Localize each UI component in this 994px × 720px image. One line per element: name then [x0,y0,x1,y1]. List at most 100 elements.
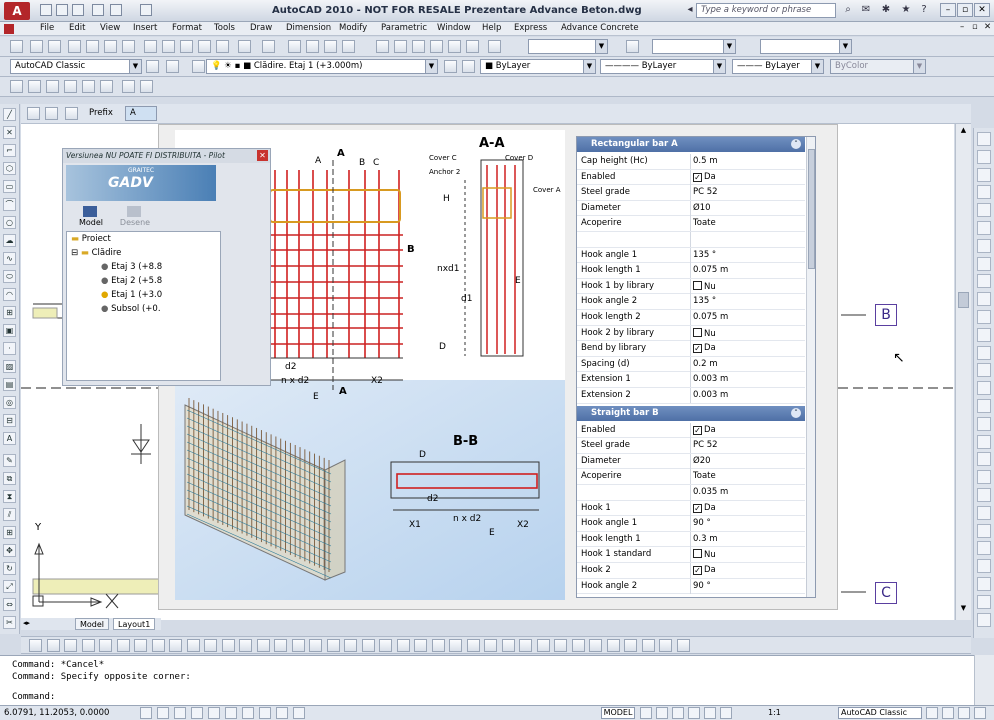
line-icon[interactable]: ╱ [3,108,16,121]
text-style-combo[interactable]: ▼ [528,39,608,54]
fly-icon[interactable] [977,612,991,627]
copy-object-icon[interactable]: ⧉ [3,472,16,485]
layer-freeze-icon[interactable] [64,80,77,93]
menu-help[interactable]: Help [482,23,501,33]
new-file-icon[interactable] [40,4,52,16]
clean-screen-icon[interactable] [942,707,954,719]
advance-tool-icon[interactable] [29,639,42,652]
tree-node-subsol[interactable]: ● Subsol (+0. [101,304,161,314]
menu-draw[interactable]: Draw [250,23,272,33]
advance-tool-icon[interactable] [606,639,620,652]
tab-model[interactable]: Model [75,618,110,630]
quickcalc-icon[interactable] [466,40,479,53]
property-row[interactable]: Hook length 2 0.075 m [577,310,805,326]
property-row[interactable]: Steel grade PC 52 [577,185,805,201]
property-row[interactable]: Hook angle 1 90 ° [577,516,805,532]
erase-icon[interactable]: ✎ [3,454,16,467]
property-row[interactable]: Cap height (Hc) 0.5 m [577,154,805,170]
stretch-icon[interactable]: ⇔ [3,598,16,611]
slice-icon[interactable] [977,488,991,502]
plot-icon[interactable] [68,40,81,53]
zoom-realtime-icon[interactable] [306,40,319,53]
workspace-combo[interactable]: AutoCAD Classic ▼ [10,59,142,74]
advance-tool-icon[interactable] [641,639,655,652]
model-paper-toggle[interactable]: MODEL [601,707,635,719]
search-expand-icon[interactable]: ◂ [684,4,696,16]
advance-view-icon[interactable] [65,107,78,120]
pilot-title[interactable]: Versiunea NU POATE FI DISTRIBUITA - Pilo… [63,149,270,163]
property-row[interactable]: Hook 2 ✓ Da [577,563,805,579]
workspace-settings-icon[interactable] [146,60,159,73]
zoom-status-icon[interactable] [688,707,700,719]
layer-lock-icon[interactable] [82,80,95,93]
property-value[interactable]: ✓ Da [693,425,803,435]
property-row[interactable]: Enabled ✓ Da [577,422,805,439]
maximize-button[interactable]: ▫ [957,3,973,17]
layer-states-icon[interactable] [10,80,23,93]
property-row[interactable]: Hook length 1 0.3 m [577,531,805,548]
property-row[interactable]: Hook 1 ✓ Da [577,500,805,517]
advance-tool-icon[interactable] [624,639,637,652]
property-value[interactable]: 0.035 m [693,487,803,497]
save-icon[interactable] [72,4,84,16]
quick-view-drawings-icon[interactable] [656,707,668,719]
advance-tool-icon[interactable] [221,639,235,652]
quick-view-layouts-icon[interactable] [640,707,652,719]
camera-icon[interactable] [977,577,991,591]
advance-tool-icon[interactable] [274,639,287,652]
properties-panel[interactable]: Rectangular bar A ˄ Cap height (Hc) 0.5 m En… [576,136,816,598]
spline-icon[interactable]: ∿ [3,252,16,265]
mirror-icon[interactable]: ⧗ [3,490,16,503]
subscription-icon[interactable]: ✱ [880,4,892,16]
property-row[interactable]: Hook angle 1 135 ° [577,247,805,264]
property-row[interactable]: 0.035 m [577,485,805,501]
property-row[interactable]: Bend by library ✓ Da [577,341,805,357]
walk-icon[interactable] [977,594,991,609]
workspace-switch[interactable]: AutoCAD Classic [838,707,922,719]
advance-tool-icon[interactable] [501,639,515,652]
zoom-extents-icon[interactable] [977,149,991,164]
autocad-logo-icon[interactable]: A [4,2,30,20]
undo-icon[interactable] [92,4,104,16]
insert-block-icon[interactable]: ⊞ [3,306,16,319]
tab-layout1[interactable]: Layout1 [113,618,156,630]
render-icon[interactable] [977,541,991,556]
paste-icon[interactable] [180,40,193,53]
vertical-scroll-thumb[interactable] [958,292,969,308]
section-plane-icon[interactable] [977,505,991,520]
scroll-up-icon[interactable]: ▲ [958,126,969,137]
snap-icon[interactable] [140,707,152,719]
property-row[interactable]: Steel grade PC 52 [577,438,805,454]
advance-tool-icon[interactable] [344,639,357,652]
property-row[interactable]: Hook 2 by library Nu [577,325,805,342]
property-value[interactable]: 0.075 m [693,265,803,275]
property-value[interactable]: 0.3 m [693,534,803,544]
3d-cone-icon[interactable] [977,274,991,289]
advance-tool-icon[interactable] [431,639,445,652]
advance-tool-icon[interactable] [116,639,130,652]
property-value[interactable]: 0.5 m [693,156,803,166]
tree-node-etaj1[interactable]: ● Etaj 1 (+3.0 [101,290,162,300]
move-icon[interactable]: ✥ [3,544,16,557]
menu-file[interactable]: File [40,23,54,33]
tree-node-etaj2[interactable]: ● Etaj 2 (+5.8 [101,276,162,286]
sweep-icon[interactable] [977,399,991,413]
advance-tool-icon[interactable] [239,639,252,652]
arc-icon[interactable]: ⌒ [3,198,16,211]
command-prompt[interactable]: Command: [12,692,962,704]
layer-properties-icon[interactable] [192,60,205,73]
plot-icon[interactable] [140,4,152,16]
advance-tool-icon[interactable] [81,639,95,652]
advance-tool-icon[interactable] [326,639,340,652]
command-line[interactable]: Command: *Cancel* Command: Specify oppos… [0,655,974,705]
advance-tool-icon[interactable] [361,639,375,652]
offset-icon[interactable]: ⫽ [3,508,16,521]
advance-tool-icon[interactable] [186,639,200,652]
collapse-icon[interactable]: ˄ [791,139,801,149]
customize-icon[interactable] [166,60,179,73]
dim-style-combo[interactable]: ▼ [652,39,736,54]
property-row[interactable]: Acoperire Toate [577,216,805,232]
workspace-lock-icon[interactable] [926,707,938,719]
property-value[interactable]: 0.2 m [693,359,803,369]
advance-tool-icon[interactable] [484,639,497,652]
